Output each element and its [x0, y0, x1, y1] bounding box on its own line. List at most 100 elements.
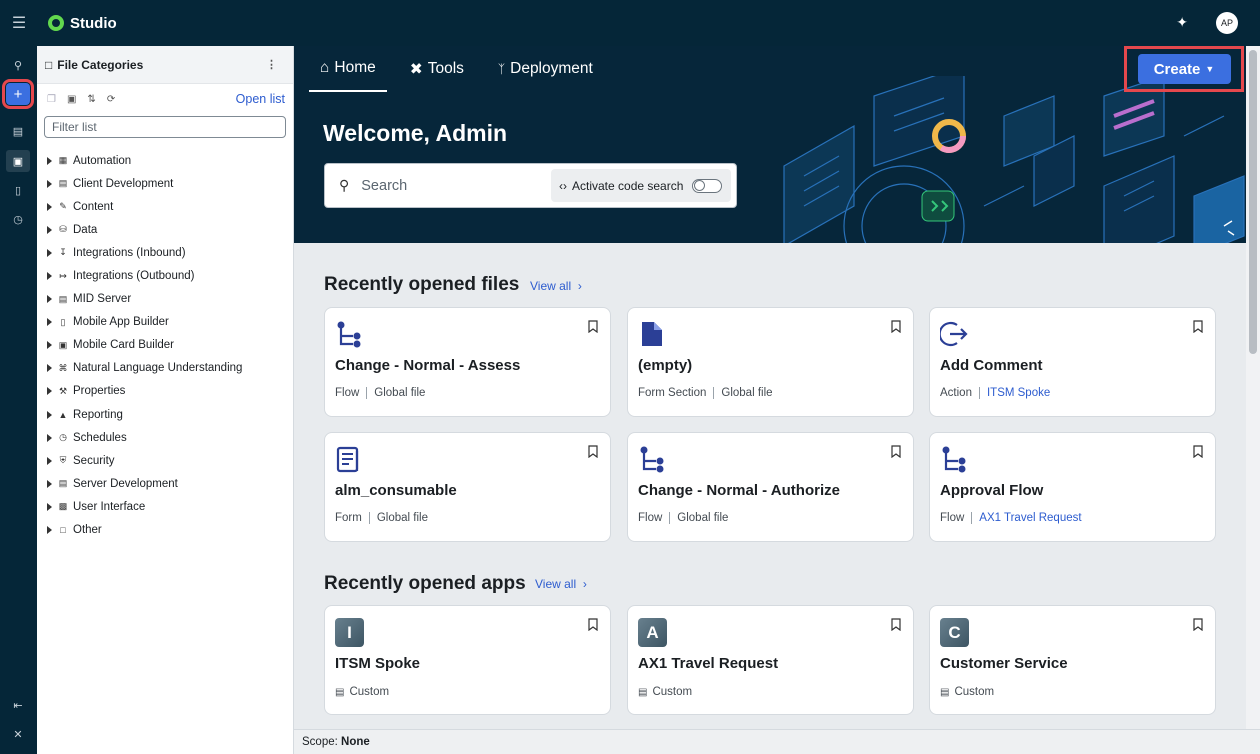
recent-files-view-all[interactable]: View all ›	[530, 279, 582, 293]
tree-item[interactable]: ✎ Content	[37, 195, 293, 218]
caret-right-icon[interactable]	[47, 456, 52, 465]
create-button[interactable]: Create ▼	[1137, 54, 1231, 84]
logo-icon	[48, 15, 64, 31]
tab-deployment[interactable]: ᛉ Deployment	[487, 46, 604, 92]
tree-item[interactable]: ⚒ Properties	[37, 380, 293, 403]
tree-item[interactable]: ⛨ Security	[37, 449, 293, 472]
code-search-toggle[interactable]: ‹› Activate code search	[551, 169, 731, 202]
recent-apps-view-all[interactable]: View all ›	[535, 577, 587, 591]
file-card-title: Change - Normal - Authorize	[638, 482, 840, 499]
panel-toolbar: ❐ ▣ ⇅ ⟳ Open list	[37, 84, 293, 114]
file-card-title: Approval Flow	[940, 482, 1044, 499]
more-options-icon[interactable]: ⋮	[266, 58, 277, 71]
tree-item[interactable]: □ Other	[37, 519, 293, 542]
file-card-meta: Flow AX1 Travel Request	[940, 512, 1082, 524]
bookmark-icon[interactable]	[891, 320, 901, 334]
tools-rail-icon[interactable]: ✕	[6, 723, 30, 745]
main-scrollbar[interactable]	[1246, 46, 1260, 729]
search-icon[interactable]: ⚲	[6, 54, 30, 76]
search-input[interactable]: ⚲ Search ‹› Activate code search	[324, 163, 737, 208]
server-dev-icon: ▤	[58, 478, 68, 489]
tree-item[interactable]: ▣ Mobile Card Builder	[37, 334, 293, 357]
tree-item[interactable]: ▤ MID Server	[37, 288, 293, 311]
bookmark-icon[interactable]: ▯	[6, 179, 30, 201]
view-all-label: View all	[530, 279, 572, 293]
file-scope[interactable]: ITSM Spoke	[987, 387, 1050, 399]
caret-right-icon[interactable]	[47, 202, 52, 211]
files-icon[interactable]: ▣	[6, 150, 30, 172]
app-letter-icon: A	[638, 618, 667, 647]
open-list-link[interactable]: Open list	[236, 92, 285, 106]
caret-right-icon[interactable]	[47, 341, 52, 350]
caret-right-icon[interactable]	[47, 225, 52, 234]
collapse-all-icon[interactable]: ▣	[67, 94, 76, 105]
tree-item[interactable]: ↧ Integrations (Inbound)	[37, 241, 293, 264]
create-plus-button[interactable]: +	[2, 79, 34, 109]
caret-right-icon[interactable]	[47, 433, 52, 442]
tree-item[interactable]: ▩ User Interface	[37, 495, 293, 518]
file-card[interactable]: (empty) Form Section Global file	[627, 307, 914, 417]
filter-input[interactable]: Filter list	[44, 116, 286, 138]
file-card[interactable]: alm_consumable Form Global file	[324, 432, 611, 542]
file-card[interactable]: Change - Normal - Authorize Flow Global fi…	[627, 432, 914, 542]
file-card[interactable]: Change - Normal - Assess Flow Global file	[324, 307, 611, 417]
tab-tools[interactable]: ✖ Tools	[399, 46, 475, 92]
caret-right-icon[interactable]	[47, 318, 52, 327]
recent-apps-title: Recently opened apps	[324, 573, 526, 594]
tree-item[interactable]: ▦ Automation	[37, 149, 293, 172]
file-card[interactable]: Approval Flow Flow AX1 Travel Request	[929, 432, 1216, 542]
tree-item[interactable]: ↦ Integrations (Outbound)	[37, 264, 293, 287]
tree-item[interactable]: ▲ Reporting	[37, 403, 293, 426]
caret-right-icon[interactable]	[47, 502, 52, 511]
toggle-switch[interactable]	[692, 178, 723, 193]
caret-right-icon[interactable]	[47, 479, 52, 488]
hamburger-menu-icon[interactable]: ☰	[0, 13, 38, 33]
caret-right-icon[interactable]	[47, 364, 52, 373]
bookmark-icon[interactable]	[1193, 618, 1203, 632]
app-card-title: Customer Service	[940, 655, 1068, 672]
file-card[interactable]: Add Comment Action ITSM Spoke	[929, 307, 1216, 417]
file-icon: □	[45, 57, 53, 72]
file-scope: Global file	[374, 387, 426, 399]
caret-right-icon[interactable]	[47, 156, 52, 165]
tree-item[interactable]: ▤ Server Development	[37, 472, 293, 495]
scrollbar-thumb[interactable]	[1249, 50, 1257, 354]
bookmark-icon[interactable]	[588, 618, 598, 632]
app-card[interactable]: C Customer Service ▤ Custom	[929, 605, 1216, 715]
studio-logo[interactable]: Studio	[48, 15, 117, 32]
tab-home[interactable]: ⌂ Home	[309, 46, 387, 92]
history-icon[interactable]: ◷	[6, 208, 30, 230]
tree-item[interactable]: ◷ Schedules	[37, 426, 293, 449]
tree-item[interactable]: ⛁ Data	[37, 218, 293, 241]
file-scope[interactable]: AX1 Travel Request	[979, 512, 1081, 524]
tree-item[interactable]: ▯ Mobile App Builder	[37, 311, 293, 334]
tree-item[interactable]: ⌘ Natural Language Understanding	[37, 357, 293, 380]
tree-item[interactable]: ▤ Client Development	[37, 172, 293, 195]
top-bar: ☰ Studio ✦ AP	[0, 0, 1260, 46]
sort-icon[interactable]: ⇅	[87, 94, 95, 105]
caret-right-icon[interactable]	[47, 295, 52, 304]
caret-right-icon[interactable]	[47, 248, 52, 257]
caret-right-icon[interactable]	[47, 410, 52, 419]
code-icon: ‹›	[559, 178, 567, 193]
bookmark-icon[interactable]	[891, 445, 901, 459]
sparkle-icon[interactable]: ✦	[1176, 14, 1188, 31]
app-card[interactable]: A AX1 Travel Request ▤ Custom	[627, 605, 914, 715]
caret-right-icon[interactable]	[47, 526, 52, 535]
copy-icon[interactable]: ❐	[47, 94, 56, 105]
caret-right-icon[interactable]	[47, 272, 52, 281]
refresh-icon[interactable]: ⟳	[107, 94, 115, 105]
bookmark-icon[interactable]	[588, 445, 598, 459]
app-card-title: AX1 Travel Request	[638, 655, 779, 672]
bookmark-icon[interactable]	[1193, 320, 1203, 334]
app-card-meta: ▤ Custom	[335, 686, 389, 698]
caret-right-icon[interactable]	[47, 387, 52, 396]
collapse-panel-icon[interactable]: ⇤	[6, 694, 30, 716]
caret-right-icon[interactable]	[47, 179, 52, 188]
bookmark-icon[interactable]	[588, 320, 598, 334]
avatar[interactable]: AP	[1216, 12, 1238, 34]
bookmark-icon[interactable]	[1193, 445, 1203, 459]
bookmark-icon[interactable]	[891, 618, 901, 632]
apps-icon[interactable]: ▤	[6, 120, 30, 142]
app-card[interactable]: I ITSM Spoke ▤ Custom	[324, 605, 611, 715]
